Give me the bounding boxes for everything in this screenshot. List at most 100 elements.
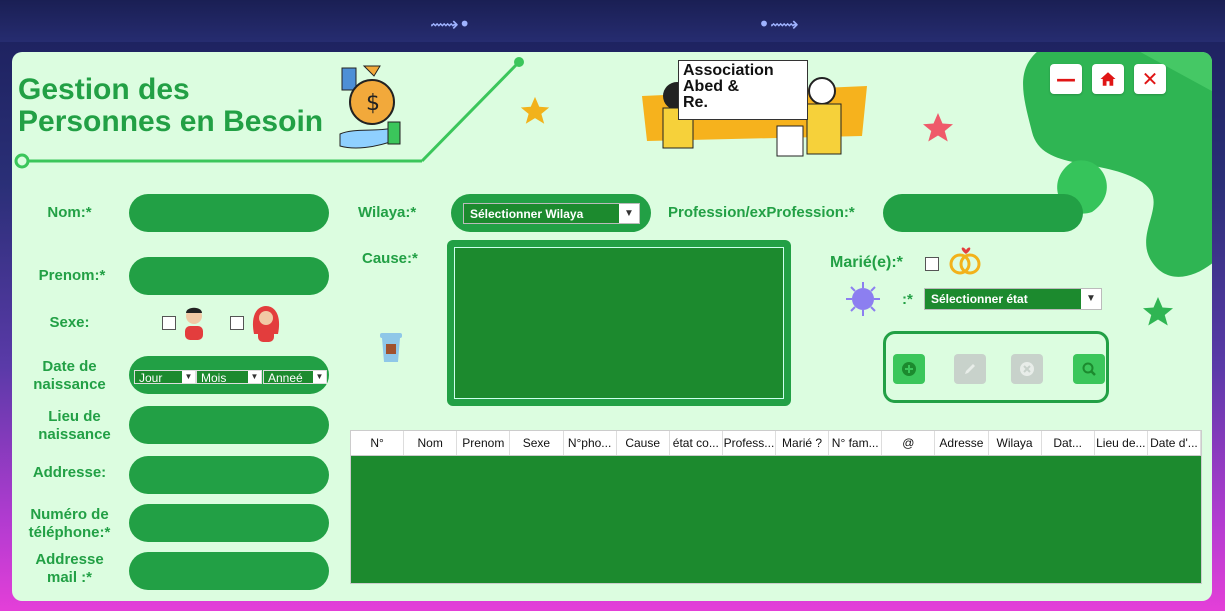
edit-button[interactable] <box>954 354 986 384</box>
etat-select[interactable]: Sélectionner état ▼ <box>924 288 1102 310</box>
marie-checkbox[interactable] <box>925 257 939 271</box>
minimize-button[interactable]: — <box>1050 64 1082 94</box>
column-header[interactable]: Date d'... <box>1148 431 1201 455</box>
star-icon <box>520 96 550 124</box>
lieu-label-line-1: Lieu de <box>48 408 101 425</box>
marie-label: Marié(e):* <box>830 254 903 271</box>
mail-label-line-2: mail :* <box>46 569 92 586</box>
column-header[interactable]: Lieu de... <box>1095 431 1148 455</box>
wilaya-label: Wilaya:* <box>358 204 417 221</box>
sexe-label: Sexe: <box>49 314 90 331</box>
etat-select-value: Sélectionner état <box>931 292 1028 306</box>
chevron-down-icon: ▼ <box>248 371 261 383</box>
logo-line-2: Abed & <box>683 78 739 95</box>
column-header[interactable]: Nom <box>404 431 458 455</box>
profession-input[interactable] <box>883 194 1083 232</box>
search-icon <box>1082 362 1096 376</box>
column-header[interactable]: Profess... <box>723 431 776 455</box>
date-label-line-1: Date de <box>42 358 97 375</box>
wilaya-select-value: Sélectionner Wilaya <box>470 207 584 221</box>
profession-label: Profession/exProfession:* <box>668 204 855 221</box>
column-header[interactable]: Cause <box>617 431 670 455</box>
etat-label: :* <box>902 291 913 308</box>
lieu-naissance-label: Lieu de naissance <box>12 408 137 444</box>
sexe-female-checkbox[interactable] <box>230 316 244 330</box>
column-header[interactable]: Sexe <box>510 431 564 455</box>
delete-button[interactable] <box>1011 354 1043 384</box>
mail-field[interactable] <box>129 552 329 590</box>
table-header: N° Nom Prenom Sexe N°pho... Cause état co... Pr… <box>351 431 1201 456</box>
profession-field[interactable] <box>883 194 1083 232</box>
decor-icon: ⟿• <box>430 12 471 36</box>
chevron-down-icon: ▼ <box>313 371 326 383</box>
home-button[interactable] <box>1092 64 1124 94</box>
addresse-input[interactable] <box>129 456 329 494</box>
column-header[interactable]: N° fam... <box>829 431 883 455</box>
lieu-label-line-2: naissance <box>38 426 111 443</box>
star-icon <box>1143 297 1173 326</box>
page-title: Gestion des Personnes en Besoin <box>18 74 323 138</box>
telephone-input[interactable] <box>129 504 329 542</box>
column-header[interactable]: état co... <box>670 431 723 455</box>
wilaya-select[interactable]: Sélectionner Wilaya ▼ <box>463 203 640 224</box>
column-header[interactable]: N°pho... <box>564 431 617 455</box>
mail-label: Addresse mail :* <box>12 551 127 587</box>
prenom-field[interactable] <box>129 257 329 295</box>
year-select[interactable]: Anneé ▼ <box>263 370 327 385</box>
column-header[interactable]: Adresse <box>935 431 989 455</box>
logo-text: Association Abed & Re. <box>678 60 808 120</box>
nom-input[interactable] <box>129 194 329 232</box>
date-label-line-2: naissance <box>33 376 106 393</box>
lieu-naissance-field[interactable] <box>129 406 329 444</box>
trash-icon[interactable] <box>378 330 404 364</box>
star-icon <box>923 113 953 142</box>
day-select[interactable]: Jour ▼ <box>134 370 196 385</box>
close-icon: ✕ <box>1141 67 1159 91</box>
add-button[interactable] <box>893 354 925 384</box>
home-icon <box>1100 72 1116 86</box>
close-button[interactable]: ✕ <box>1134 64 1166 94</box>
female-avatar-icon <box>252 306 280 342</box>
date-naissance-label: Date de naissance <box>12 358 127 394</box>
month-select[interactable]: Mois ▼ <box>196 370 262 385</box>
addresse-label: Addresse: <box>32 464 107 481</box>
cause-label: Cause:* <box>362 250 418 267</box>
persons-table[interactable]: N° Nom Prenom Sexe N°pho... Cause état co... Pr… <box>350 430 1202 584</box>
title-line-1: Gestion des <box>18 73 190 106</box>
tel-label-line-1: Numéro de <box>30 506 109 523</box>
prenom-label: Prenom:* <box>38 267 106 284</box>
column-header[interactable]: Dat... <box>1042 431 1095 455</box>
svg-text:$: $ <box>366 91 380 116</box>
cause-textarea[interactable] <box>454 247 784 399</box>
prenom-input[interactable] <box>129 257 329 295</box>
lieu-naissance-input[interactable] <box>129 406 329 444</box>
addresse-field[interactable] <box>129 456 329 494</box>
minimize-icon: — <box>1056 67 1076 91</box>
main-panel: Gestion des Personnes en Besoin $ Associ… <box>12 52 1212 601</box>
column-header[interactable]: Prenom <box>457 431 511 455</box>
column-header[interactable]: Marié ? <box>776 431 830 455</box>
column-header[interactable]: N° <box>351 431 405 455</box>
rings-icon <box>949 247 981 275</box>
actions-panel <box>883 331 1109 403</box>
month-select-value: Mois <box>201 371 227 385</box>
cause-field <box>447 240 791 406</box>
table-body[interactable] <box>351 456 1201 583</box>
money-bag-icon: $ <box>339 65 401 149</box>
wilaya-field: Sélectionner Wilaya ▼ <box>451 194 651 232</box>
nom-label: Nom:* <box>47 204 92 221</box>
search-button[interactable] <box>1073 354 1105 384</box>
column-header[interactable]: Wilaya <box>989 431 1042 455</box>
column-header[interactable]: @ <box>882 431 936 455</box>
sexe-male-checkbox[interactable] <box>162 316 176 330</box>
telephone-label: Numéro de téléphone:* <box>12 506 127 542</box>
mail-input[interactable] <box>129 552 329 590</box>
mail-label-line-1: Addresse <box>35 551 104 568</box>
telephone-field[interactable] <box>129 504 329 542</box>
male-avatar-icon <box>185 307 203 340</box>
date-naissance-field: Jour ▼ Mois ▼ Anneé ▼ <box>129 356 329 394</box>
add-icon <box>902 362 916 376</box>
nom-field[interactable] <box>129 194 329 232</box>
decor-icon: •⟿ <box>758 12 799 36</box>
delete-icon <box>1020 362 1034 376</box>
